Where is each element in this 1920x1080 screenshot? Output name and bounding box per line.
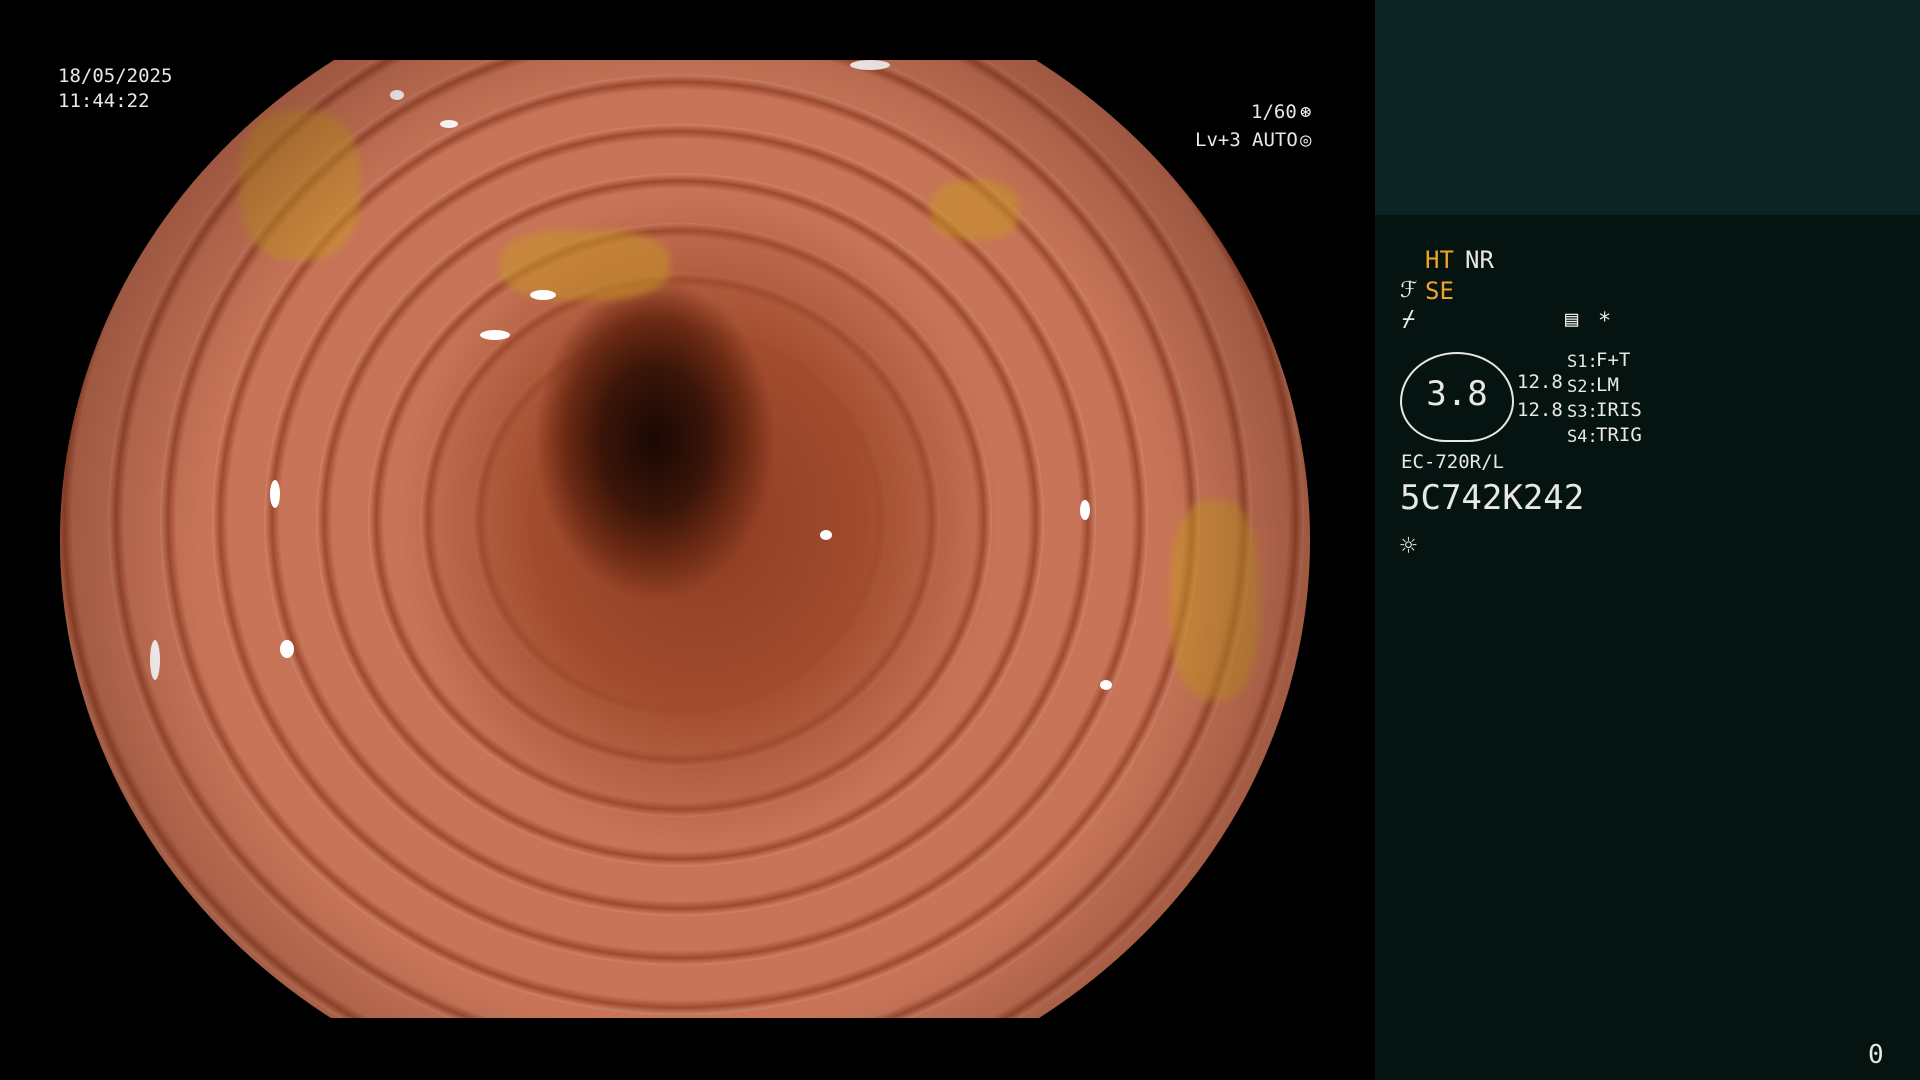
switch-value: LM [1596,374,1619,396]
switch-key: S4: [1567,427,1598,447]
value-readout-2: 12.8 [1517,399,1563,421]
switch-key: S1: [1567,352,1598,372]
endoscope-view: 18/05/2025 11:44:22 1/60 ⊛ Lv+3 AUTO ◎ [0,0,1375,1080]
freeze-icon: ⌿ [1402,307,1416,332]
structure-enhance-icon: ℱ [1400,278,1418,303]
time-label: 11:44:22 [58,90,150,112]
shutter-label: 1/60 [1251,101,1297,123]
ht-indicator: HT [1425,246,1454,274]
switch-value: F+T [1596,349,1631,371]
aperture-icon: ⊛ [1300,101,1312,123]
switch-value: TRIG [1596,424,1642,446]
image-vignette [60,60,1310,1018]
date-label: 18/05/2025 [58,65,173,87]
gauge-value: 3.8 [1426,374,1488,414]
panel-header-area [1375,0,1920,215]
level-label: Lv+3 [1195,129,1241,151]
asterisk-indicator: * [1598,309,1612,334]
endoscopic-image [60,60,1310,1018]
se-indicator: SE [1425,277,1454,305]
counter-label: 0 [1868,1040,1884,1070]
light-sun-icon: ☼ [1400,529,1417,562]
value-readout-1: 12.8 [1517,371,1563,393]
scope-model: EC-720R/L [1401,451,1504,473]
status-panel [1375,0,1920,1080]
auto-iris-icon: ◎ [1300,129,1312,151]
switch-key: S3: [1567,402,1598,422]
gauge: 3.8 [1400,352,1514,442]
nr-indicator: NR [1465,246,1494,274]
endoscopic-image-frame [40,60,1330,1018]
switch-key: S2: [1567,377,1598,397]
mode-label: AUTO [1252,129,1298,151]
switch-value: IRIS [1596,399,1642,421]
memory-card-icon: ▤ [1565,307,1579,332]
scope-serial: 5C742K242 [1400,478,1585,518]
